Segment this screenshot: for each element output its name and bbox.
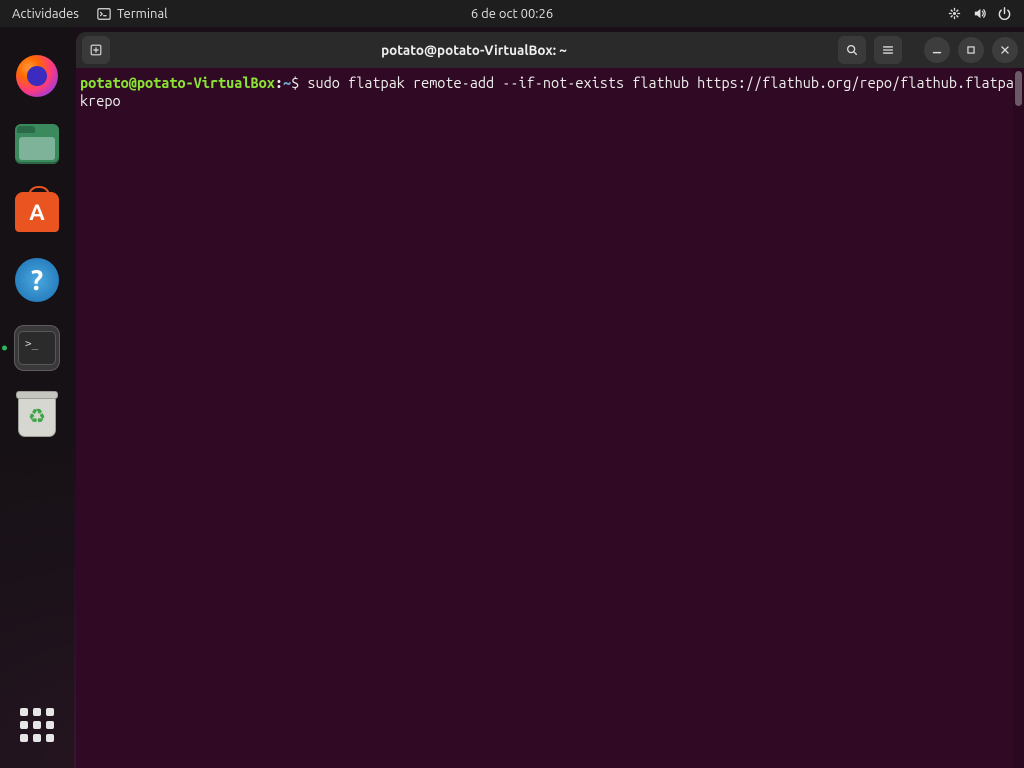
minimize-icon: [930, 43, 944, 57]
minimize-button[interactable]: [924, 37, 950, 63]
titlebar[interactable]: potato@potato-VirtualBox: ~: [76, 32, 1024, 68]
terminal-window: potato@potato-VirtualBox: ~ potato@potat…: [76, 32, 1024, 768]
terminal-output[interactable]: potato@potato-VirtualBox:~$ sudo flatpak…: [76, 68, 1024, 768]
active-app-indicator[interactable]: Terminal: [97, 7, 168, 21]
help-icon: ?: [15, 258, 59, 302]
close-button[interactable]: [992, 37, 1018, 63]
scrollbar[interactable]: [1013, 68, 1024, 768]
close-icon: [998, 43, 1012, 57]
terminal-icon: >_: [18, 331, 56, 365]
hamburger-menu-icon: [881, 43, 895, 57]
power-icon[interactable]: [997, 6, 1012, 21]
dock-item-software[interactable]: [14, 189, 60, 235]
firefox-icon: [16, 55, 58, 97]
top-panel: Actividades Terminal 6 de oct 00:26: [0, 0, 1024, 27]
new-tab-button[interactable]: [82, 36, 110, 64]
window-title: potato@potato-VirtualBox: ~: [116, 42, 832, 58]
maximize-icon: [964, 43, 978, 57]
dock-item-trash[interactable]: [14, 393, 60, 439]
active-app-name: Terminal: [117, 7, 168, 21]
activities-button[interactable]: Actividades: [12, 7, 79, 21]
network-icon[interactable]: [947, 6, 962, 21]
dock-item-help[interactable]: ?: [14, 257, 60, 303]
software-center-icon: [15, 192, 59, 232]
terminal-icon: [97, 7, 111, 21]
files-icon: [15, 124, 59, 164]
prompt-separator: :: [275, 74, 283, 91]
scrollbar-thumb[interactable]: [1015, 71, 1022, 106]
menu-button[interactable]: [874, 36, 902, 64]
dock-item-terminal[interactable]: >_: [14, 325, 60, 371]
prompt-user-host: potato@potato-VirtualBox: [80, 74, 275, 91]
dock-item-firefox[interactable]: [14, 53, 60, 99]
new-tab-icon: [89, 43, 103, 57]
prompt-path: ~: [283, 74, 291, 91]
terminal-line: potato@potato-VirtualBox:~$ sudo flatpak…: [80, 74, 1020, 110]
dock-item-files[interactable]: [14, 121, 60, 167]
search-button[interactable]: [838, 36, 866, 64]
apps-grid-icon: [20, 708, 54, 742]
maximize-button[interactable]: [958, 37, 984, 63]
show-applications-button[interactable]: [14, 702, 60, 748]
dock: ? >_: [0, 27, 74, 768]
volume-icon[interactable]: [972, 6, 987, 21]
search-icon: [845, 43, 859, 57]
trash-icon: [18, 395, 56, 437]
prompt-symbol: $: [291, 74, 307, 91]
clock[interactable]: 6 de oct 00:26: [471, 7, 553, 21]
